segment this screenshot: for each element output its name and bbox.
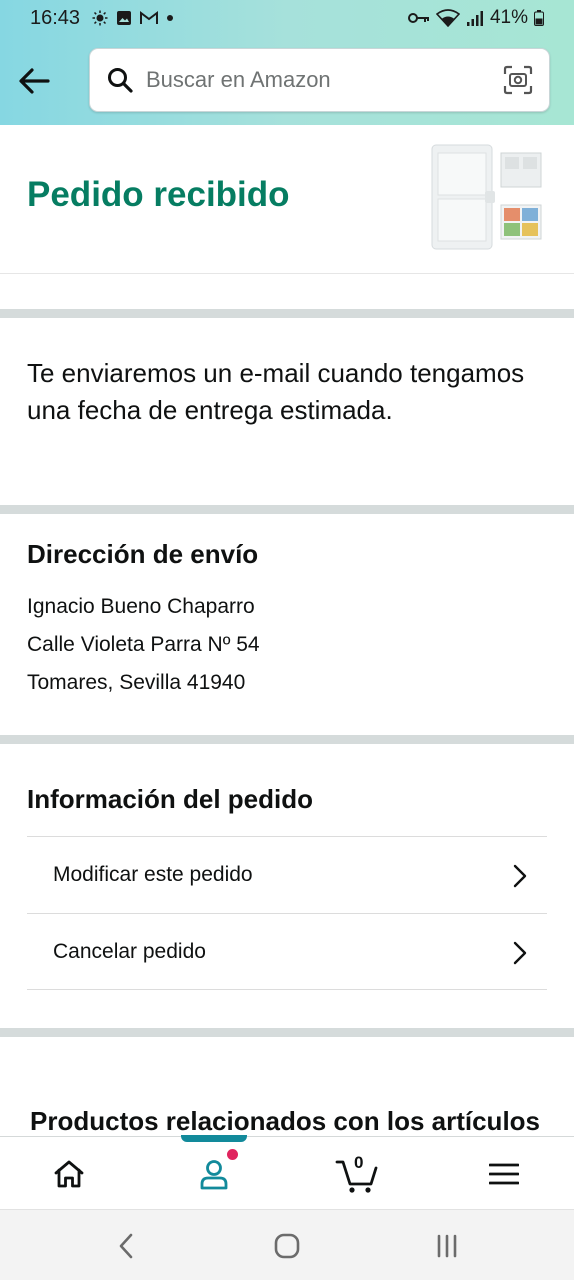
related-products-title: Productos relacionados con los artículos xyxy=(30,1106,541,1136)
system-recents-button[interactable] xyxy=(427,1230,467,1262)
order-status-title: Pedido recibido xyxy=(27,175,290,214)
gmail-icon xyxy=(140,11,159,24)
menu-icon xyxy=(489,1163,519,1185)
section-divider xyxy=(0,505,574,514)
status-right: 41% xyxy=(407,7,544,29)
search-icon xyxy=(104,64,136,96)
account-icon xyxy=(200,1160,228,1190)
section-divider xyxy=(0,735,574,744)
cart-count: 0 xyxy=(354,1153,364,1172)
notification-dot xyxy=(227,1149,238,1160)
system-nav-bar xyxy=(0,1209,574,1280)
modify-order-row[interactable]: Modificar este pedido xyxy=(27,836,547,913)
camera-icon[interactable] xyxy=(503,65,535,97)
status-notification-icons xyxy=(92,10,174,26)
nav-home[interactable] xyxy=(46,1151,92,1197)
bottom-nav: 0 xyxy=(0,1135,574,1209)
dot-icon xyxy=(167,15,174,21)
modify-order-label: Modificar este pedido xyxy=(53,863,253,886)
section-divider xyxy=(0,1028,574,1037)
search-header xyxy=(0,36,574,125)
cancel-order-row[interactable]: Cancelar pedido xyxy=(27,913,547,990)
system-home-button[interactable] xyxy=(267,1230,307,1262)
order-info-title: Información del pedido xyxy=(27,784,314,814)
system-recents-icon xyxy=(437,1234,457,1258)
back-button[interactable] xyxy=(14,62,54,100)
gallery-icon xyxy=(117,11,132,25)
search-input[interactable] xyxy=(146,67,486,93)
status-time: 16:43 xyxy=(30,6,81,29)
back-arrow-icon xyxy=(19,68,50,94)
signal-icon xyxy=(466,11,483,26)
delivery-message: Te enviaremos un e-mail cuando tengamos … xyxy=(27,358,525,425)
brightness-icon xyxy=(92,10,108,26)
vpn-key-icon xyxy=(407,13,429,23)
battery-icon xyxy=(534,10,544,26)
section-divider xyxy=(0,309,574,318)
system-back-button[interactable] xyxy=(106,1230,146,1262)
system-back-icon xyxy=(119,1233,133,1259)
product-thumbnail[interactable] xyxy=(429,143,545,251)
shipping-address-title: Dirección de envío xyxy=(27,539,259,569)
search-box[interactable] xyxy=(89,48,550,112)
chevron-right-icon xyxy=(513,864,527,888)
nav-cart[interactable]: 0 xyxy=(334,1151,380,1197)
address-city: Tomares, Sevilla 41940 xyxy=(27,671,246,694)
battery-percent: 41% xyxy=(489,7,528,28)
status-bar: 16:43 41% xyxy=(0,0,574,36)
row-divider xyxy=(27,989,547,990)
order-status-section: Pedido recibido xyxy=(0,125,574,274)
address-street: Calle Violeta Parra Nº 54 xyxy=(27,633,260,656)
cancel-order-label: Cancelar pedido xyxy=(53,940,206,963)
nav-menu[interactable] xyxy=(481,1151,527,1197)
system-home-icon xyxy=(274,1233,300,1259)
wifi-icon xyxy=(435,9,460,27)
chevron-right-icon xyxy=(513,941,527,965)
address-name: Ignacio Bueno Chaparro xyxy=(27,595,255,618)
active-tab-indicator xyxy=(181,1135,247,1142)
home-icon xyxy=(54,1160,84,1188)
